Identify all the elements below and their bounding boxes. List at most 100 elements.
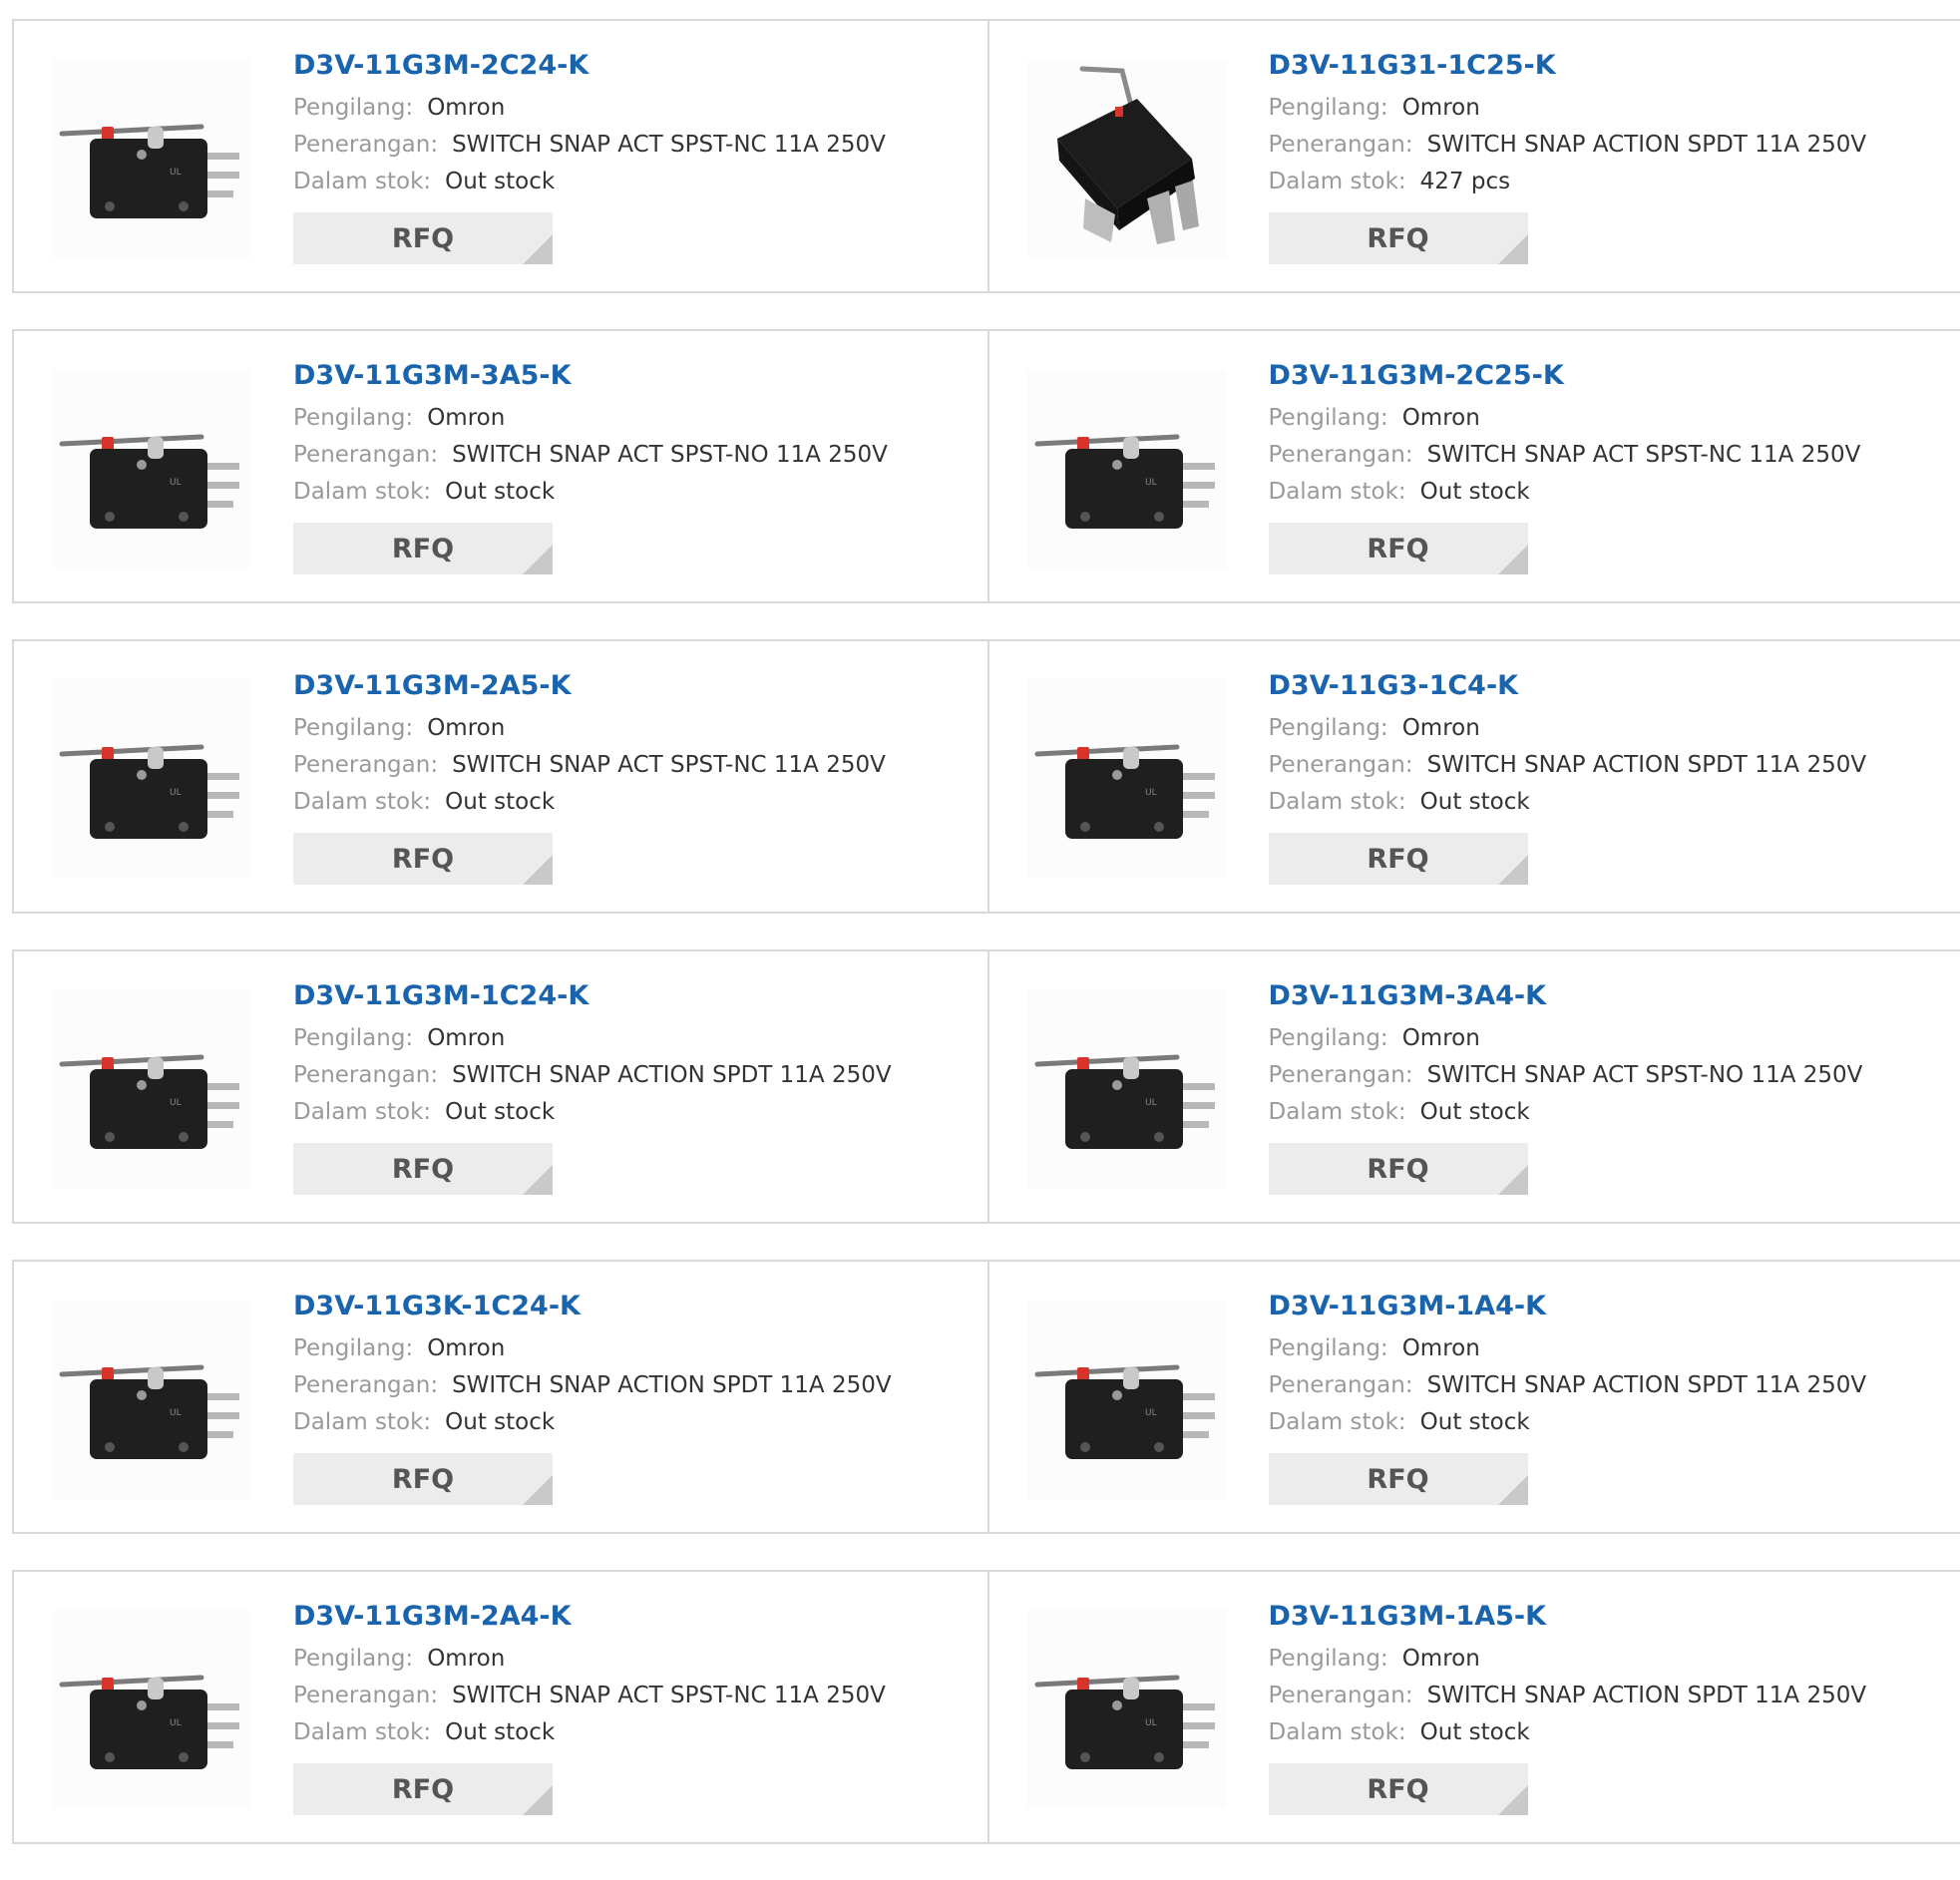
snap-switch-icon: UL — [1027, 1610, 1227, 1809]
stock-row: Dalam stok: Out stock — [1269, 1094, 1951, 1131]
corner-triangle-icon — [523, 1475, 553, 1505]
rfq-button[interactable]: RFQ — [293, 1143, 553, 1195]
rfq-button[interactable]: RFQ — [293, 212, 553, 264]
product-info: D3V-11G3M-1A5-K Pengilang:Omron Penerang… — [1269, 1600, 1951, 1815]
rfq-label: RFQ — [1367, 1774, 1428, 1805]
stock-value: Out stock — [1420, 479, 1530, 505]
stock-value: Out stock — [1420, 1099, 1530, 1125]
product-image[interactable]: UL — [1027, 679, 1227, 879]
stock-row: Dalam stok:Out stock — [293, 784, 978, 821]
manufacturer-row: Pengilang:Omron — [1269, 1330, 1951, 1367]
product-card: UL D3V-11G3M-1A5-K Pengilang:Omron Pener… — [987, 1572, 1960, 1842]
part-number-link[interactable]: D3V-11G3-1C4-K — [1269, 669, 1951, 703]
product-card: UL D3V-11G3M-2C24-K Pengilang:Omron Pene… — [14, 21, 987, 291]
product-image[interactable]: UL — [52, 1300, 251, 1499]
manufacturer-value: Omron — [427, 1025, 505, 1051]
rfq-button[interactable]: RFQ — [1269, 212, 1528, 264]
stock-value: Out stock — [445, 789, 555, 815]
product-image[interactable] — [1027, 59, 1227, 258]
product-card: UL D3V-11G3M-3A5-K Pengilang:Omron Pener… — [14, 331, 987, 601]
part-number-link[interactable]: D3V-11G3M-3A4-K — [1269, 979, 1951, 1013]
product-row: UL D3V-11G3M-2C24-K Pengilang:Omron Pene… — [12, 19, 1960, 293]
stock-row: Dalam stok:Out stock — [293, 164, 978, 200]
description-row: Penerangan:SWITCH SNAP ACTION SPDT 11A 2… — [293, 1057, 978, 1094]
stock-value: Out stock — [445, 1099, 555, 1125]
stock-value: Out stock — [445, 1719, 555, 1745]
rfq-button[interactable]: RFQ — [293, 1453, 553, 1505]
stock-label: Dalam stok: — [1269, 479, 1406, 505]
description-value: SWITCH SNAP ACTION SPDT 11A 250V — [1427, 1683, 1867, 1708]
product-grid: UL D3V-11G3M-2C24-K Pengilang: Omron Pene… — [12, 19, 1960, 1880]
rfq-button[interactable]: RFQ — [1269, 523, 1528, 574]
description-value: SWITCH SNAP ACT SPST-NO 11A 250V — [452, 442, 888, 468]
manufacturer-row: Pengilang:Omron — [293, 400, 978, 437]
description-label: Penerangan: — [1269, 442, 1413, 468]
part-number-link[interactable]: D3V-11G3M-2A5-K — [293, 669, 978, 703]
rfq-button[interactable]: RFQ — [293, 523, 553, 574]
rfq-button[interactable]: RFQ — [1269, 1143, 1528, 1195]
product-image[interactable]: UL — [52, 369, 251, 568]
snap-switch-icon: UL — [52, 369, 251, 568]
description-value: SWITCH SNAP ACT SPST-NC 11A 250V — [452, 132, 886, 158]
product-image[interactable]: UL — [52, 59, 251, 258]
part-number-link[interactable]: D3V-11G3M-1A4-K — [1269, 1290, 1951, 1323]
product-image[interactable]: UL — [52, 679, 251, 879]
corner-triangle-icon — [1498, 1165, 1528, 1195]
part-number-link[interactable]: D3V-11G31-1C25-K — [1269, 49, 1951, 83]
product-row: UL D3V-11G3M-1C24-K Pengilang: Omron Pene… — [12, 949, 1960, 1224]
corner-triangle-icon — [1498, 1475, 1528, 1505]
part-number-link[interactable]: D3V-11G3M-2C25-K — [1269, 359, 1951, 393]
rfq-button[interactable]: RFQ — [293, 833, 553, 885]
product-image[interactable]: UL — [52, 989, 251, 1189]
stock-label: Dalam stok: — [293, 1719, 431, 1745]
stock-row: Dalam stok:Out stock — [1269, 1404, 1951, 1441]
manufacturer-label: Pengilang: — [293, 1025, 413, 1051]
rfq-button[interactable]: RFQ — [1269, 1763, 1528, 1815]
product-image[interactable]: UL — [1027, 1610, 1227, 1809]
description-row: Penerangan:SWITCH SNAP ACT SPST-NO 11A 2… — [1269, 1057, 1951, 1094]
stock-row: Dalam stok:Out stock — [293, 1094, 978, 1131]
stock-label: Dalam stok: — [1269, 1409, 1406, 1435]
manufacturer-value: Omron — [427, 1646, 505, 1672]
manufacturer-value: Omron — [427, 1335, 505, 1361]
description-value: SWITCH SNAP ACTION SPDT 11A 250V — [452, 1062, 892, 1088]
part-number-link[interactable]: D3V-11G3M-3A5-K — [293, 359, 978, 393]
svg-text:UL: UL — [170, 1098, 182, 1108]
manufacturer-value: Omron — [1402, 715, 1480, 741]
product-image[interactable]: UL — [1027, 989, 1227, 1189]
product-image[interactable]: UL — [52, 1610, 251, 1809]
stock-value: Out stock — [445, 169, 555, 194]
description-row: Penerangan:SWITCH SNAP ACT SPST-NO 11A 2… — [293, 437, 978, 474]
part-number-link[interactable]: D3V-11G3M-1A5-K — [1269, 1600, 1951, 1634]
description-row: Penerangan: SWITCH SNAP ACT SPST-NC 11A 2… — [293, 127, 978, 164]
rfq-button[interactable]: RFQ — [293, 1763, 553, 1815]
rfq-label: RFQ — [1367, 1154, 1428, 1185]
manufacturer-row: Pengilang:Omron — [293, 1330, 978, 1367]
product-card: UL D3V-11G3M-2C25-K Pengilang:Omron Pene… — [987, 331, 1960, 601]
manufacturer-row: Pengilang:Omron — [293, 1641, 978, 1678]
rfq-button[interactable]: RFQ — [1269, 1453, 1528, 1505]
description-label: Penerangan: — [293, 132, 438, 158]
manufacturer-row: Pengilang:Omron — [1269, 710, 1951, 747]
corner-triangle-icon — [523, 234, 553, 264]
manufacturer-value: Omron — [1402, 1025, 1480, 1051]
svg-text:UL: UL — [1145, 1718, 1157, 1728]
product-info: D3V-11G3-1C4-K Pengilang:Omron Peneranga… — [1269, 669, 1951, 885]
manufacturer-row: Pengilang: Omron — [293, 1020, 978, 1057]
part-number-link[interactable]: D3V-11G3K-1C24-K — [293, 1290, 978, 1323]
stock-label: Dalam stok: — [1269, 1099, 1406, 1125]
manufacturer-value: Omron — [427, 405, 505, 431]
product-image[interactable]: UL — [1027, 369, 1227, 568]
product-card: UL D3V-11G3M-3A4-K Pengilang:Omron Pener… — [987, 951, 1960, 1222]
rfq-label: RFQ — [1367, 223, 1428, 254]
part-number-link[interactable]: D3V-11G3M-1C24-K — [293, 979, 978, 1013]
corner-triangle-icon — [523, 1785, 553, 1815]
description-label: Penerangan: — [1269, 132, 1413, 158]
rfq-button[interactable]: RFQ — [1269, 833, 1528, 885]
part-number-link[interactable]: D3V-11G3M-2C24-K — [293, 49, 978, 83]
product-image[interactable]: UL — [1027, 1300, 1227, 1499]
product-row: UL D3V-11G3K-1C24-K Pengilang:Omron Pene… — [12, 1260, 1960, 1534]
part-number-link[interactable]: D3V-11G3M-2A4-K — [293, 1600, 978, 1634]
snap-switch-icon: UL — [1027, 1300, 1227, 1499]
product-info: D3V-11G3M-1A4-K Pengilang:Omron Penerang… — [1269, 1290, 1951, 1505]
